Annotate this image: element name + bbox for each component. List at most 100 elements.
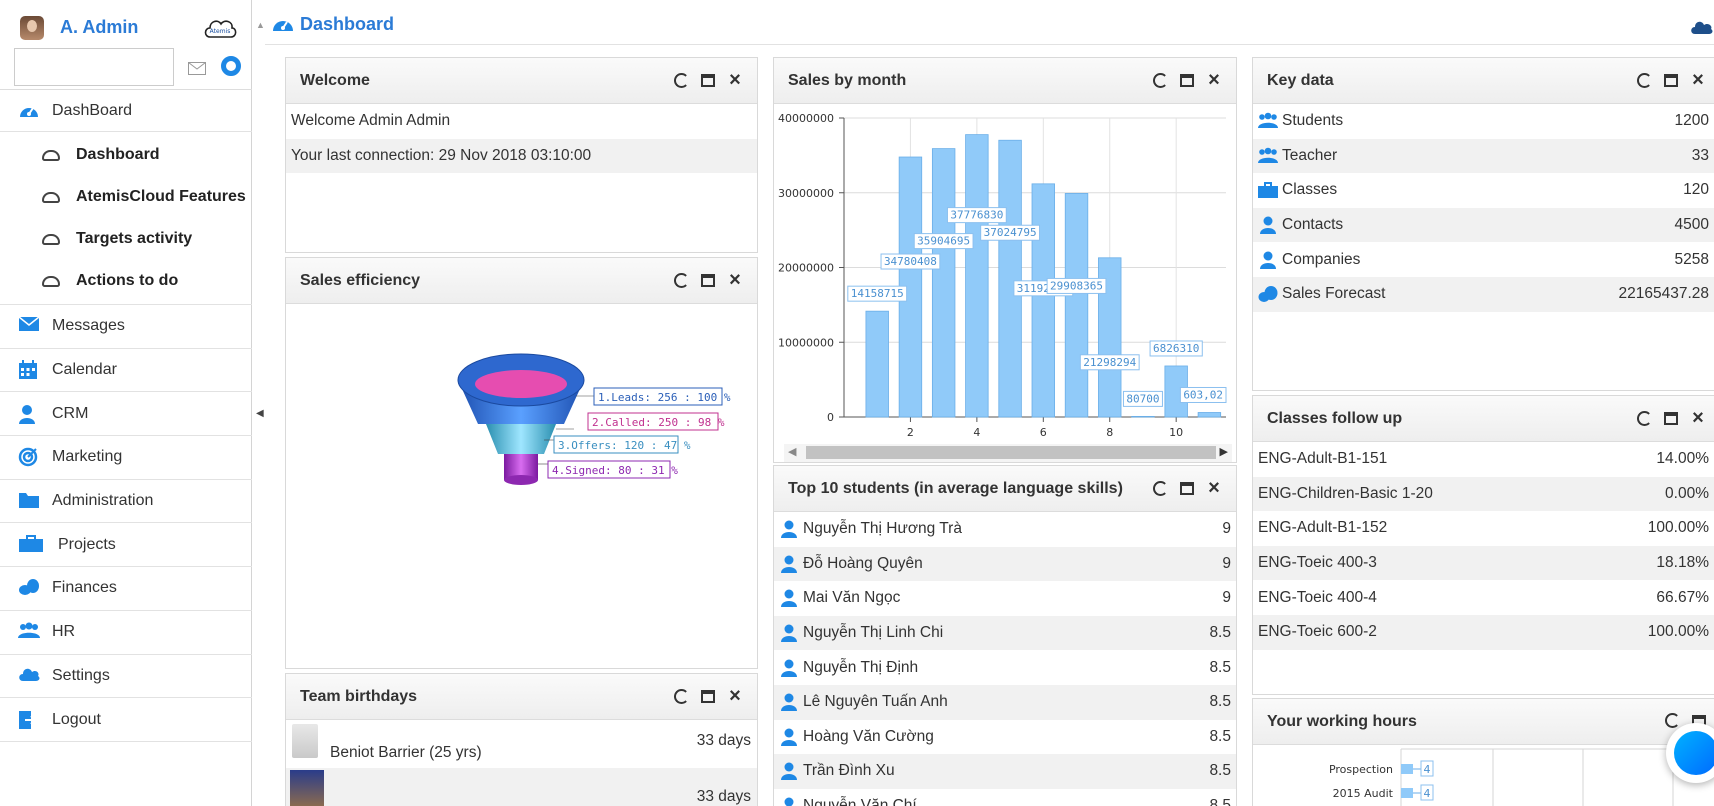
close-icon[interactable]: × — [1690, 408, 1706, 428]
cloud-icon[interactable] — [1690, 20, 1714, 36]
submenu-item-targets[interactable]: Targets activity — [0, 218, 252, 260]
sidebar-item-finances[interactable]: Finances — [0, 567, 252, 611]
key-data-row[interactable]: Companies 5258 — [1253, 242, 1714, 277]
sidebar-item-projects[interactable]: Projects — [0, 523, 252, 568]
collapse-sidebar-icon[interactable]: ◀ — [256, 408, 264, 419]
submenu-item-features[interactable]: AtemisCloud Features — [0, 176, 252, 218]
sidebar-item-logout[interactable]: Logout — [0, 698, 252, 742]
dashboard-submenu: Dashboard AtemisCloud Features Targets a… — [0, 132, 252, 305]
scroll-left-icon[interactable]: ◀ — [788, 445, 796, 458]
student-row[interactable]: Hoàng Văn Cường 8.5 — [774, 720, 1236, 755]
student-row[interactable]: Nguyễn Thị Linh Chi 8.5 — [774, 615, 1236, 651]
bar[interactable] — [931, 148, 956, 418]
sidebar-item-crm[interactable]: CRM — [0, 392, 252, 437]
scroll-right-icon[interactable]: ▶ — [1220, 445, 1228, 458]
collapse-up-icon[interactable]: ▲ — [256, 20, 265, 30]
key-data-row[interactable]: Students 1200 — [1253, 104, 1714, 139]
submenu-label: Dashboard — [76, 146, 160, 163]
close-icon[interactable]: × — [1206, 478, 1222, 498]
maximize-icon[interactable] — [701, 74, 715, 87]
sidebar-item-hr[interactable]: HR — [0, 611, 252, 655]
refresh-icon[interactable] — [1153, 480, 1168, 496]
bar[interactable] — [1197, 412, 1222, 418]
data-label: 6826310 — [1153, 342, 1199, 355]
close-icon[interactable]: × — [1690, 70, 1706, 90]
classes-list: ENG-Adult-B1-151 14.00% ENG-Children-Basic… — [1253, 442, 1714, 650]
refresh-icon[interactable] — [674, 688, 689, 704]
briefcase-icon — [1258, 182, 1278, 199]
bar[interactable] — [998, 139, 1022, 418]
sidebar-item-calendar[interactable]: Calendar — [0, 349, 252, 393]
refresh-icon[interactable] — [1637, 72, 1652, 88]
bar[interactable] — [965, 134, 989, 418]
maximize-icon[interactable] — [701, 274, 715, 287]
class-row[interactable]: ENG-Toeic 400-4 66.67% — [1253, 580, 1714, 615]
hours-bar[interactable] — [1401, 788, 1413, 798]
maximize-icon[interactable] — [701, 690, 715, 703]
refresh-icon[interactable] — [1637, 410, 1652, 426]
refresh-icon[interactable] — [1665, 713, 1680, 728]
class-name: ENG-Toeic 600-2 — [1258, 623, 1377, 641]
submenu-item-actions[interactable]: Actions to do — [0, 260, 252, 302]
maximize-icon[interactable] — [1664, 412, 1678, 425]
student-row[interactable]: Nguyễn Thị Định 8.5 — [774, 650, 1236, 685]
bar[interactable] — [865, 310, 889, 418]
status-ring-icon[interactable] — [221, 56, 241, 76]
student-row[interactable]: Nguyễn Thị Hương Trà 9 — [774, 512, 1236, 547]
key-data-row[interactable]: Teacher 33 — [1253, 138, 1714, 174]
class-row[interactable]: ENG-Toeic 600-2 100.00% — [1253, 614, 1714, 650]
user-name[interactable]: A. Admin — [60, 17, 138, 38]
sidebar-item-marketing[interactable]: Marketing — [0, 436, 252, 480]
class-row[interactable]: ENG-Toeic 400-3 18.18% — [1253, 545, 1714, 581]
sidebar-item-administration[interactable]: Administration — [0, 480, 252, 524]
student-row[interactable]: Đỗ Hoàng Quyên 9 — [774, 546, 1236, 582]
student-row[interactable]: Lê Nguyên Tuấn Anh 8.5 — [774, 684, 1236, 720]
key-data-row[interactable]: Sales Forecast 22165437.28 — [1253, 276, 1714, 312]
close-icon[interactable]: × — [1206, 70, 1222, 90]
sidebar-item-messages[interactable]: Messages — [0, 305, 252, 349]
sidebar-item-settings[interactable]: Settings — [0, 655, 252, 699]
bar[interactable] — [1131, 415, 1155, 418]
submenu-label: Actions to do — [76, 272, 179, 289]
class-name: ENG-Toeic 400-3 — [1258, 554, 1377, 572]
student-row[interactable]: Trần Đình Xu 8.5 — [774, 754, 1236, 789]
close-icon[interactable]: × — [727, 686, 743, 706]
avatar[interactable] — [20, 16, 44, 40]
maximize-icon[interactable] — [1180, 482, 1194, 495]
envelope-icon[interactable] — [188, 62, 206, 75]
key-data-row[interactable]: Contacts 4500 — [1253, 207, 1714, 243]
student-row[interactable]: Mai Văn Ngọc 9 — [774, 581, 1236, 616]
refresh-icon[interactable] — [674, 272, 689, 288]
chart-scrollbar[interactable]: ◀ ▶ — [784, 444, 1232, 462]
cloud-logo-icon[interactable]: Atemis — [202, 15, 238, 41]
refresh-icon[interactable] — [1153, 72, 1168, 88]
birthday-row: 33 days — [286, 768, 757, 806]
scroll-thumb[interactable] — [806, 446, 1216, 459]
y-tick-label: 40000000 — [778, 112, 834, 125]
student-name: Nguyễn Thị Linh Chi — [803, 624, 944, 642]
close-icon[interactable]: × — [727, 70, 743, 90]
maximize-icon[interactable] — [1180, 74, 1194, 87]
close-icon[interactable]: × — [727, 270, 743, 290]
student-row[interactable]: Nguyễn Văn Chí 8.5 — [774, 789, 1236, 806]
search-input[interactable] — [14, 48, 174, 86]
coins-icon — [1258, 286, 1278, 303]
person-icon — [781, 762, 797, 781]
hours-bar[interactable] — [1401, 764, 1413, 774]
hours-category-label: Prospection — [1329, 763, 1393, 776]
student-name: Nguyễn Thị Định — [803, 658, 919, 676]
refresh-icon[interactable] — [674, 72, 689, 88]
maximize-icon[interactable] — [1664, 74, 1678, 87]
submenu-item-dashboard[interactable]: Dashboard — [0, 134, 252, 176]
bar[interactable] — [1031, 183, 1055, 418]
key-data-row[interactable]: Classes 120 — [1253, 173, 1714, 208]
widget-title: Classes follow up — [1267, 409, 1403, 427]
x-tick-label: 2 — [907, 426, 914, 438]
class-progress: 100.00% — [1647, 519, 1709, 537]
x-tick-label: 8 — [1106, 426, 1113, 438]
bar[interactable] — [1064, 193, 1089, 418]
sidebar-item-dashboard[interactable]: DashBoard — [0, 90, 252, 132]
class-row[interactable]: ENG-Children-Basic 1-20 0.00% — [1253, 476, 1714, 512]
class-row[interactable]: ENG-Adult-B1-151 14.00% — [1253, 442, 1714, 477]
class-row[interactable]: ENG-Adult-B1-152 100.00% — [1253, 511, 1714, 546]
